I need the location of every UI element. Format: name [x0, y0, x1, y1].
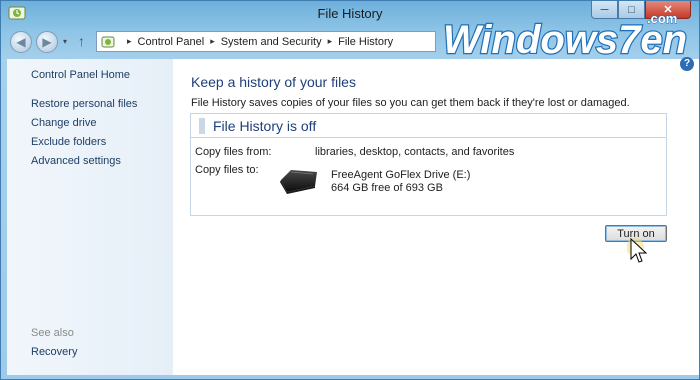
back-arrow-icon[interactable]: ◀: [10, 31, 32, 53]
address-bar[interactable]: ▸ Control Panel ▸ System and Security ▸ …: [96, 31, 436, 52]
sidebar-item-change-drive[interactable]: Change drive: [31, 117, 96, 129]
help-icon[interactable]: ?: [680, 57, 694, 71]
main-content: Keep a history of your files File Histor…: [173, 59, 673, 375]
sidebar-item-exclude-folders[interactable]: Exclude folders: [31, 136, 106, 148]
breadcrumb-file-history[interactable]: File History: [338, 36, 393, 48]
sidebar-item-restore-personal-files[interactable]: Restore personal files: [31, 98, 137, 110]
see-also-heading: See also: [31, 327, 74, 339]
navigation-bar: ◀ ▶ ▾ ↑ ▸ Control Panel ▸ System and Sec…: [1, 29, 699, 55]
file-history-window: File History ─ □ ✕ Windows7en .com ◀ ▶ ▾…: [0, 0, 700, 380]
drive-name: FreeAgent GoFlex Drive (E:): [331, 169, 471, 181]
breadcrumb-separator: ▸: [327, 36, 333, 46]
copy-from-label: Copy files from:: [195, 146, 272, 158]
status-accent-bar: [199, 118, 205, 134]
up-arrow-icon[interactable]: ↑: [78, 33, 85, 49]
sidebar-item-control-panel-home[interactable]: Control Panel Home: [31, 69, 130, 81]
right-margin-area: [673, 59, 699, 375]
sidebar: Control Panel Home Restore personal file…: [7, 59, 173, 375]
copy-to-label: Copy files to:: [195, 164, 259, 176]
status-panel-header: File History is off: [191, 114, 666, 138]
breadcrumb-separator: ▸: [127, 36, 132, 46]
control-panel-icon: [101, 36, 115, 47]
page-title: Keep a history of your files: [191, 74, 356, 90]
file-history-status-panel: File History is off Copy files from: lib…: [190, 113, 667, 216]
sidebar-item-advanced-settings[interactable]: Advanced settings: [31, 155, 121, 167]
breadcrumb-separator: ▸: [210, 36, 215, 46]
forward-arrow-icon[interactable]: ▶: [36, 31, 58, 53]
recent-pages-dropdown-icon[interactable]: ▾: [63, 37, 67, 46]
breadcrumb-system-and-security[interactable]: System and Security: [221, 36, 322, 48]
copy-from-value: libraries, desktop, contacts, and favori…: [315, 146, 515, 158]
svg-text:.com: .com: [647, 11, 677, 26]
sidebar-item-recovery[interactable]: Recovery: [31, 346, 77, 358]
mouse-cursor-icon: [627, 237, 648, 263]
breadcrumb-control-panel[interactable]: Control Panel: [138, 36, 205, 48]
status-title: File History is off: [213, 118, 317, 134]
external-drive-icon: [280, 170, 317, 194]
page-description: File History saves copies of your files …: [191, 97, 630, 109]
drive-free-space: 664 GB free of 693 GB: [331, 182, 443, 194]
